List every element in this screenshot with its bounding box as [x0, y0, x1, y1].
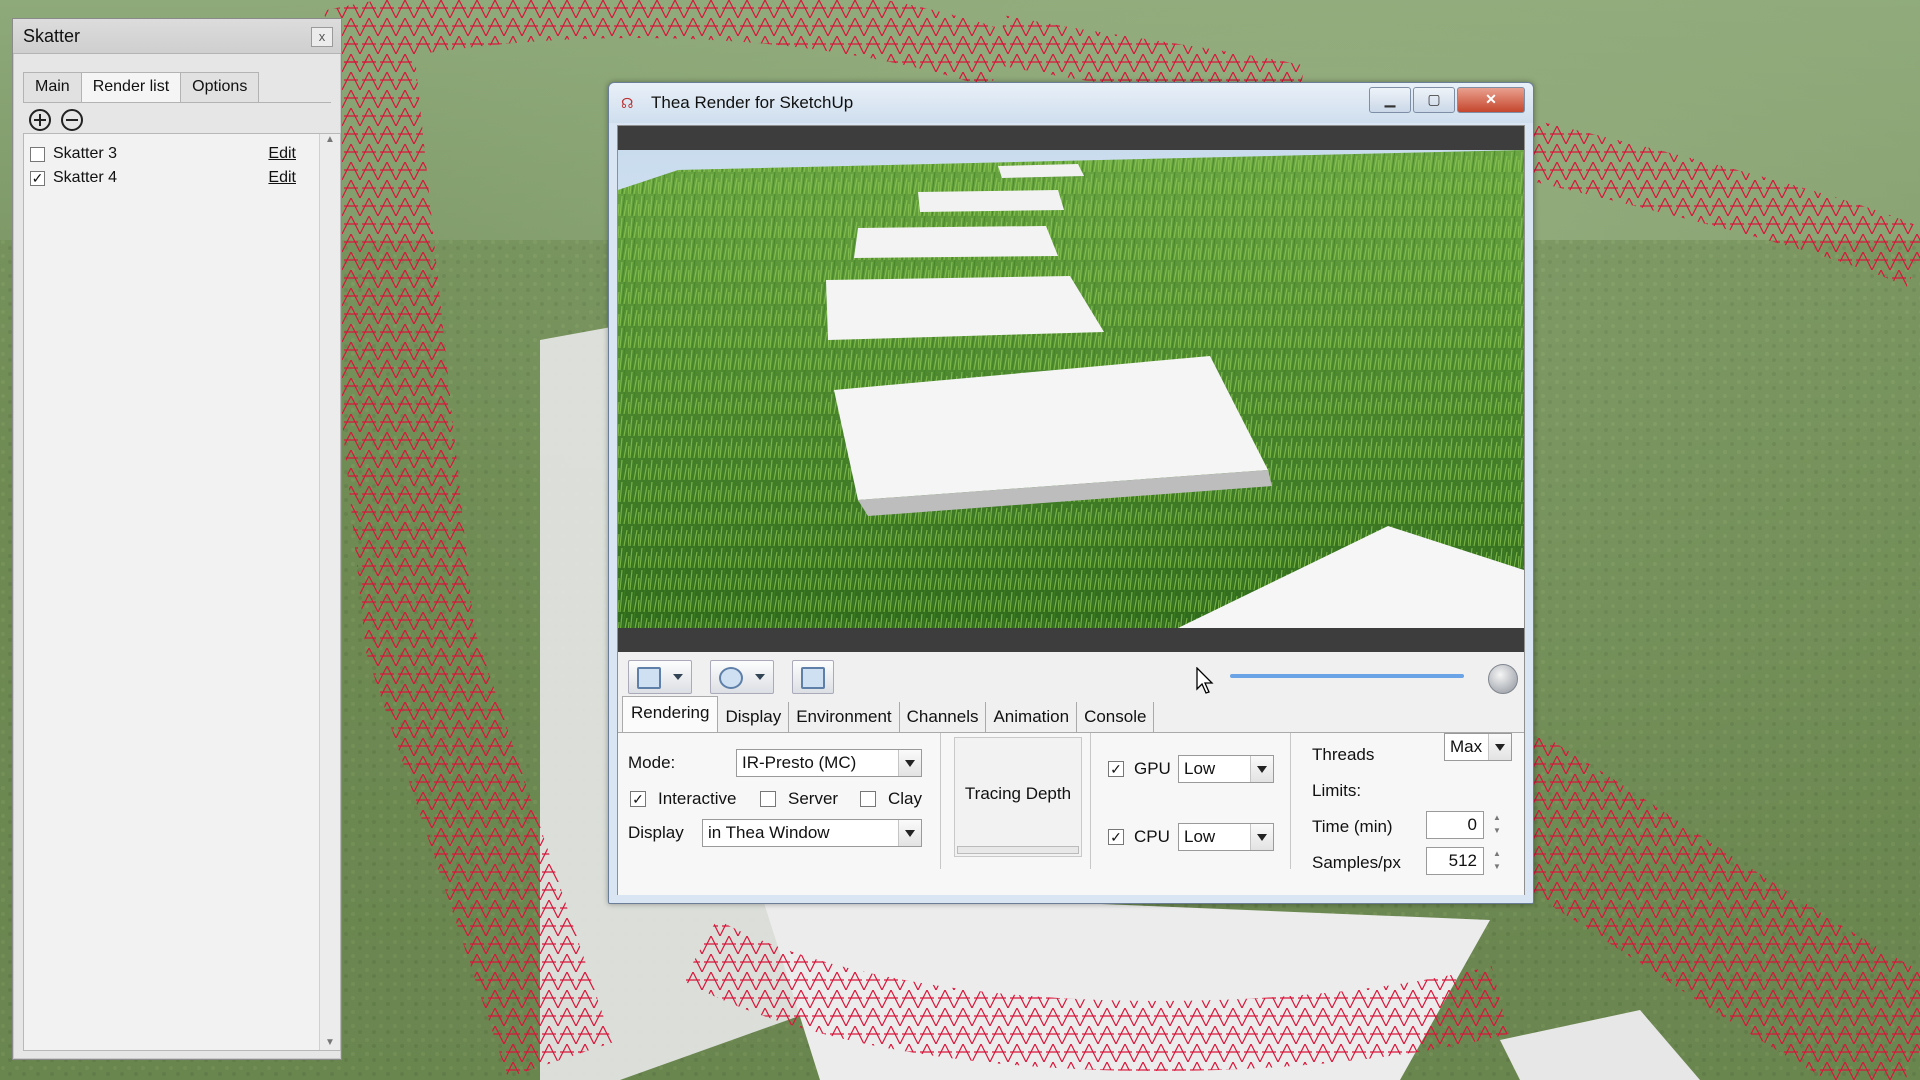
render-progress-bar — [1230, 674, 1464, 678]
divider — [940, 733, 941, 869]
threads-label: Threads — [1312, 745, 1375, 764]
samples-label: Samples/px — [1312, 853, 1401, 872]
time-stepper[interactable]: ▲ ▼ — [1490, 811, 1504, 839]
render-list: Skatter 3 Edit ✓ Skatter 4 Edit ▲ ▼ — [23, 133, 341, 1051]
server-label: Server — [788, 789, 839, 808]
gpu-select[interactable]: Low — [1178, 755, 1274, 783]
interactive-label: Interactive — [658, 789, 737, 808]
thea-tabs: Rendering Display Environment Channels A… — [622, 696, 1155, 732]
cpu-checkbox[interactable]: ✓ — [1108, 829, 1124, 845]
tab-rendering[interactable]: Rendering — [622, 696, 719, 732]
rendering-settings: Mode: IR-Presto (MC) ✓ Interactive Serve… — [618, 732, 1524, 895]
tab-render-list[interactable]: Render list — [80, 72, 182, 102]
display-value: in Thea Window — [708, 823, 830, 842]
list-item-skatter-3: Skatter 3 Edit — [24, 142, 340, 166]
list-scrollbar[interactable]: ▲ ▼ — [319, 134, 340, 1050]
chevron-down-icon[interactable] — [898, 820, 921, 846]
display-select[interactable]: in Thea Window — [702, 819, 922, 847]
minimize-icon[interactable]: ▁ — [1369, 87, 1411, 113]
chevron-down-icon[interactable] — [898, 750, 921, 776]
refresh-render-button[interactable] — [710, 660, 774, 694]
render-image — [618, 150, 1524, 628]
skatter-title: Skatter — [23, 25, 81, 46]
thea-logo-icon: ☊ — [621, 95, 634, 111]
limits-label: Limits: — [1312, 781, 1362, 800]
mode-value: IR-Presto (MC) — [742, 753, 857, 772]
server-checkbox[interactable] — [760, 791, 776, 807]
time-label: Time (min) — [1312, 817, 1393, 836]
thea-render-window: ☊ Thea Render for SketchUp ▁ ▢ ✕ Renderi… — [608, 82, 1534, 904]
clay-label: Clay — [888, 789, 923, 808]
save-image-button[interactable] — [628, 660, 692, 694]
tab-display[interactable]: Display — [718, 702, 790, 732]
samples-input[interactable]: 512 — [1426, 847, 1484, 875]
skatter-close-button[interactable]: x — [311, 27, 333, 47]
gpu-label: GPU — [1134, 759, 1171, 778]
interactive-checkbox[interactable]: ✓ — [630, 791, 646, 807]
tab-main[interactable]: Main — [23, 72, 82, 102]
close-icon[interactable]: ✕ — [1457, 87, 1525, 113]
maximize-icon[interactable]: ▢ — [1413, 87, 1455, 113]
tab-channels[interactable]: Channels — [900, 702, 987, 732]
tracing-depth-slider[interactable] — [957, 846, 1079, 854]
display-label: Display — [628, 823, 684, 842]
chevron-down-icon[interactable] — [1488, 734, 1511, 760]
edit-link-skatter-3[interactable]: Edit — [268, 145, 296, 163]
window-controls: ▁ ▢ ✕ — [1367, 87, 1525, 113]
gpu-checkbox[interactable]: ✓ — [1108, 761, 1124, 777]
mode-label: Mode: — [628, 753, 676, 772]
list-item-label: Skatter 4 — [53, 169, 118, 186]
mode-select[interactable]: IR-Presto (MC) — [736, 749, 922, 777]
add-circle-icon[interactable] — [29, 109, 51, 131]
tab-console[interactable]: Console — [1077, 702, 1155, 732]
render-toolbar — [628, 658, 834, 696]
edit-link-skatter-4[interactable]: Edit — [268, 169, 296, 187]
threads-value: Max — [1450, 737, 1483, 756]
scroll-down-icon[interactable]: ▼ — [320, 1037, 340, 1048]
samples-stepper[interactable]: ▲ ▼ — [1490, 847, 1504, 875]
divider — [1290, 733, 1291, 869]
tab-options[interactable]: Options — [180, 72, 260, 102]
skatter-4-checkbox[interactable]: ✓ — [30, 170, 45, 186]
skatter-3-checkbox[interactable] — [30, 146, 45, 162]
tracing-depth-group: Tracing Depth — [954, 737, 1082, 857]
cpu-value: Low — [1184, 827, 1216, 846]
skatter-tabs: Main Render list Options — [23, 72, 341, 102]
skatter-panel: Skatter x Main Render list Options Skatt… — [12, 18, 342, 1060]
thea-title: Thea Render for SketchUp — [651, 93, 854, 112]
skatter-toolbar — [23, 102, 331, 137]
render-preview[interactable] — [618, 126, 1524, 652]
skatter-titlebar[interactable]: Skatter — [13, 19, 341, 54]
list-item-label: Skatter 3 — [53, 145, 118, 162]
threads-select[interactable]: Max — [1444, 733, 1512, 761]
thea-content: Rendering Display Environment Channels A… — [617, 125, 1525, 895]
copy-window-button[interactable] — [792, 660, 834, 694]
list-item-skatter-4: ✓ Skatter 4 Edit — [24, 166, 340, 190]
cpu-select[interactable]: Low — [1178, 823, 1274, 851]
chevron-down-icon[interactable] — [1250, 756, 1273, 782]
gpu-value: Low — [1184, 759, 1216, 778]
clay-checkbox[interactable] — [860, 791, 876, 807]
cpu-label: CPU — [1134, 827, 1170, 846]
remove-circle-icon[interactable] — [61, 109, 83, 131]
tab-environment[interactable]: Environment — [789, 702, 900, 732]
scroll-up-icon[interactable]: ▲ — [320, 134, 340, 145]
time-input[interactable]: 0 — [1426, 811, 1484, 839]
chevron-down-icon[interactable] — [1250, 824, 1273, 850]
tab-animation[interactable]: Animation — [986, 702, 1078, 732]
divider — [1090, 733, 1091, 869]
tracing-depth-label: Tracing Depth — [964, 784, 1072, 803]
mouse-cursor-icon — [1196, 667, 1214, 694]
stop-render-button[interactable] — [1488, 664, 1518, 694]
